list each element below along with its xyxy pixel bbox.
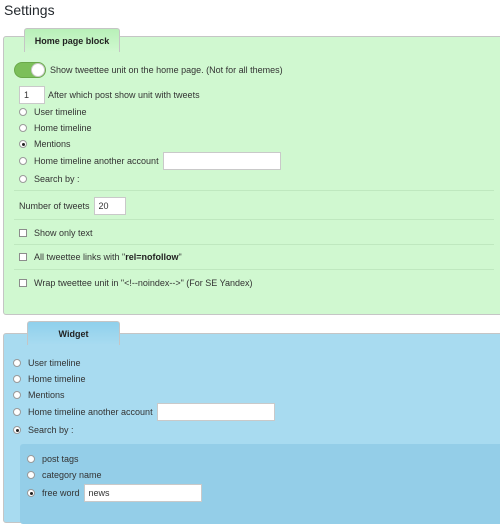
radio-label: Mentions [28,390,65,400]
tab-home-page-block[interactable]: Home page block [24,28,120,52]
search-option-free-word[interactable]: free word [27,484,202,502]
after-post-label: After which post show unit with tweets [48,90,200,100]
radio-button[interactable] [19,175,27,183]
nofollow-checkbox[interactable] [19,253,27,261]
home-another-account-input[interactable] [162,152,281,170]
tweets-count-row: Number of tweets [19,197,126,215]
widget-radio-mentions[interactable]: Mentions [13,386,65,404]
only-text-row[interactable]: Show only text [19,224,93,242]
radio-label: Home timeline [28,374,86,384]
after-post-input[interactable] [19,86,45,104]
radio-button[interactable] [27,489,35,497]
radio-label: Home timeline another account [34,156,159,166]
radio-button[interactable] [13,359,21,367]
radio-label: Home timeline [34,123,92,133]
radio-label: Search by : [28,425,74,435]
tab-widget[interactable]: Widget [27,321,120,345]
radio-label: free word [42,488,80,498]
radio-label: Search by : [34,174,80,184]
radio-label: Mentions [34,139,71,149]
tweets-count-input[interactable] [93,197,126,215]
toggle-knob [31,63,45,77]
divider [14,219,494,220]
nofollow-label-prefix: All tweettee links with " [34,252,126,262]
noindex-label: Wrap tweettee unit in "<!--noindex-->" (… [34,278,253,288]
nofollow-label: All tweettee links with "rel=nofollow" [34,252,182,262]
radio-button[interactable] [19,140,27,148]
radio-button[interactable] [19,108,27,116]
radio-button[interactable] [13,391,21,399]
search-option-category-name[interactable]: category name [27,466,102,484]
home-radio-mentions[interactable]: Mentions [19,135,71,153]
radio-label: User timeline [34,107,87,117]
nofollow-label-bold: rel=nofollow [125,252,179,262]
radio-label: category name [42,470,102,480]
radio-label: User timeline [28,358,81,368]
only-text-checkbox[interactable] [19,229,27,237]
show-unit-row: Show tweettee unit on the home page. (No… [14,61,283,79]
noindex-checkbox[interactable] [19,279,27,287]
show-unit-toggle[interactable] [14,62,46,78]
nofollow-row[interactable]: All tweettee links with "rel=nofollow" [19,248,182,266]
free-word-input[interactable] [83,484,202,502]
radio-button[interactable] [27,471,35,479]
only-text-label: Show only text [34,228,93,238]
radio-button[interactable] [13,375,21,383]
radio-button[interactable] [19,124,27,132]
nofollow-label-suffix: " [178,252,182,262]
noindex-row[interactable]: Wrap tweettee unit in "<!--noindex-->" (… [19,274,253,292]
radio-button[interactable] [13,408,21,416]
widget-another-account-input[interactable] [156,403,275,421]
show-unit-label: Show tweettee unit on the home page. (No… [50,65,283,75]
tweets-count-label: Number of tweets [19,201,90,211]
widget-radio-search-by[interactable]: Search by : [13,421,74,439]
radio-button[interactable] [13,426,21,434]
radio-button[interactable] [27,455,35,463]
home-radio-another-account[interactable]: Home timeline another account [19,152,281,170]
radio-label: post tags [42,454,79,464]
divider [14,244,494,245]
widget-radio-another-account[interactable]: Home timeline another account [13,403,275,421]
after-post-row: After which post show unit with tweets [19,86,200,104]
radio-label: Home timeline another account [28,407,153,417]
page-title: Settings [4,2,55,18]
divider [14,190,494,191]
home-radio-search-by[interactable]: Search by : [19,170,80,188]
divider [14,269,494,270]
radio-button[interactable] [19,157,27,165]
